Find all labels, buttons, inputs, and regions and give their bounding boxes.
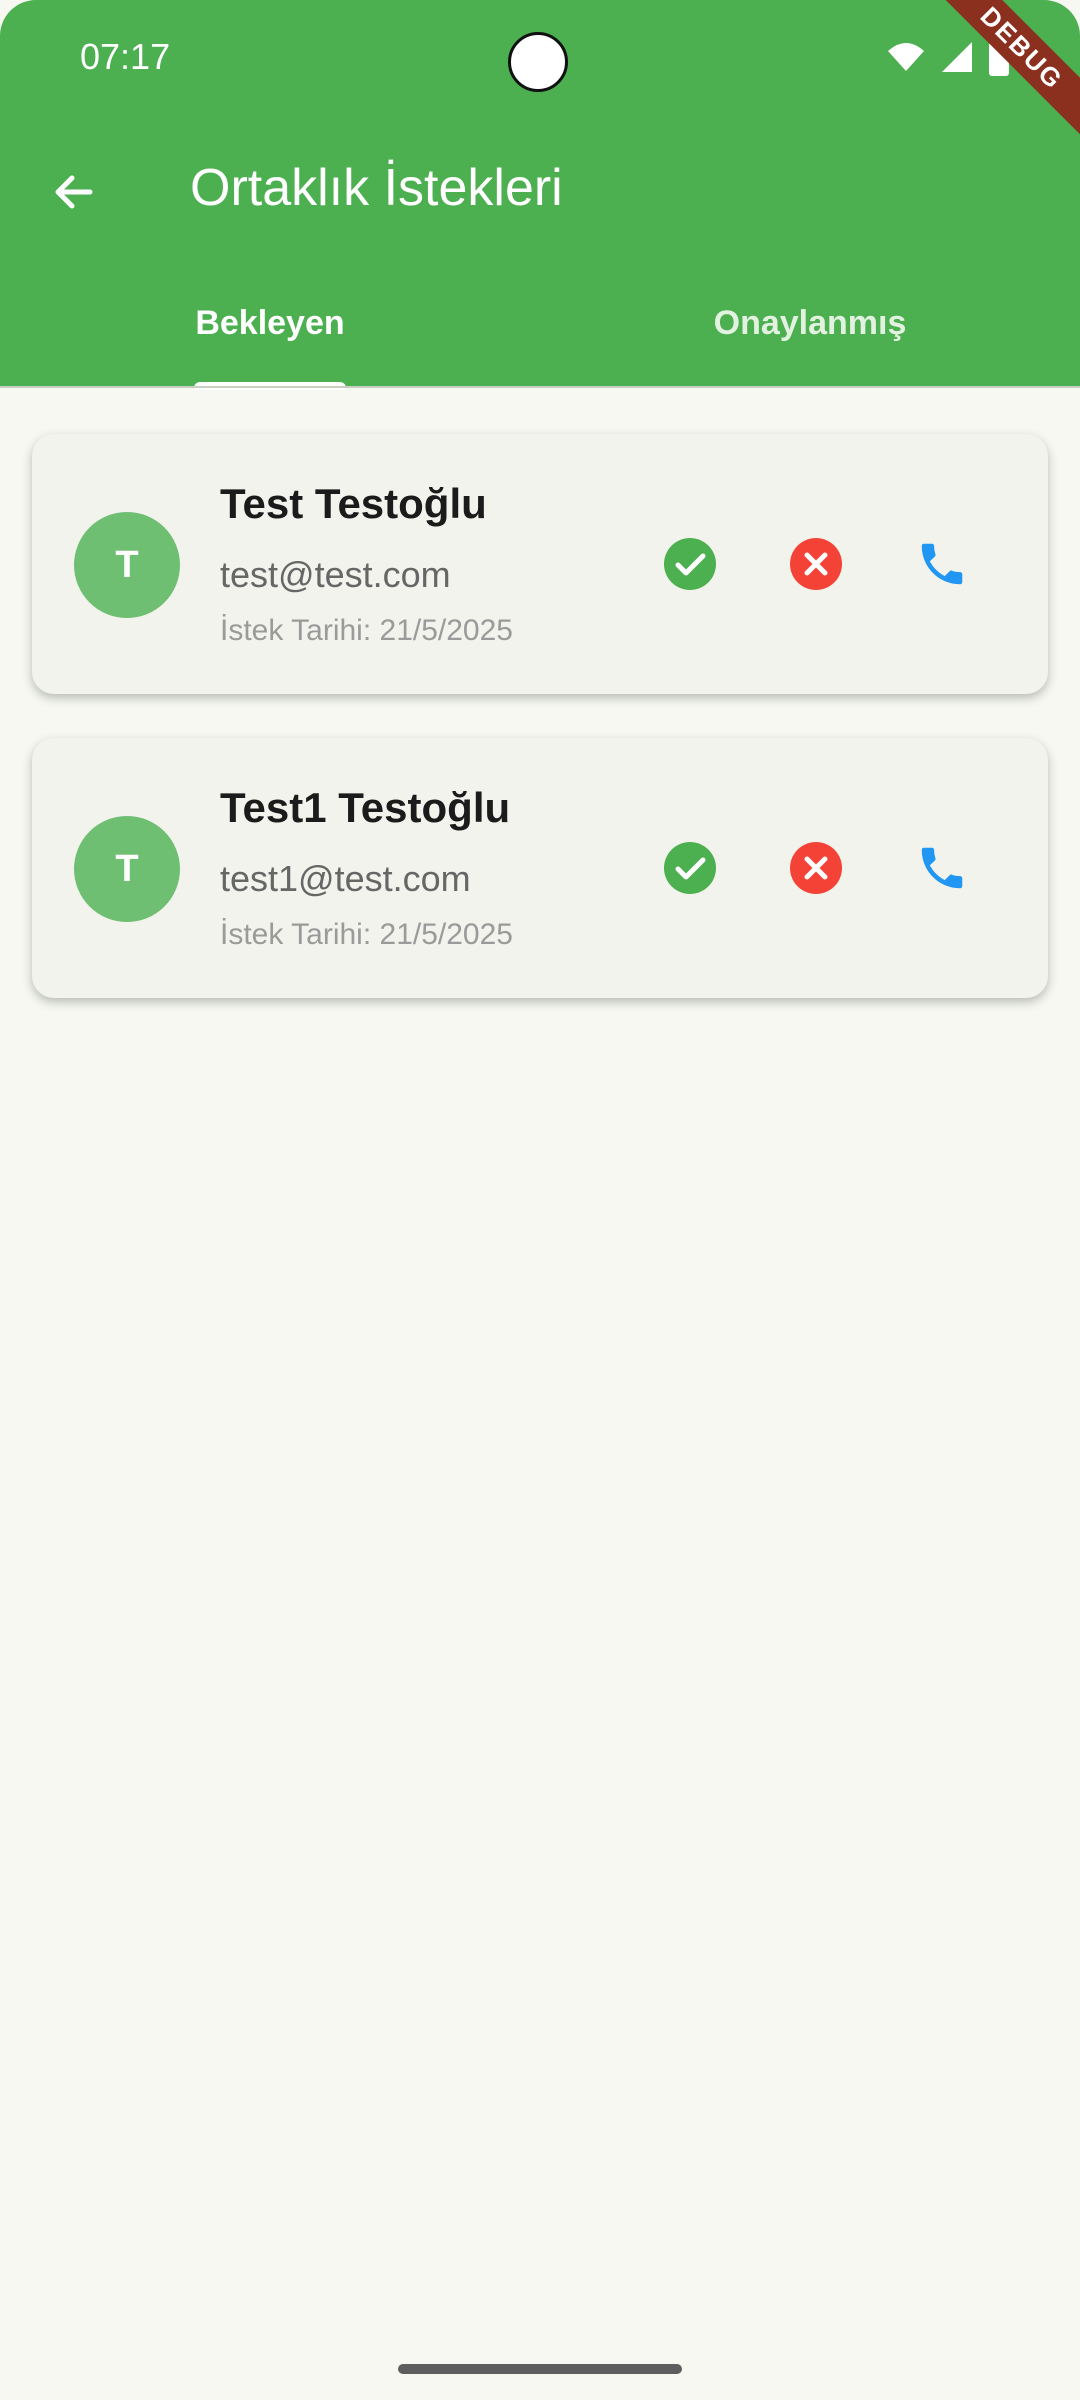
camera-cutout	[508, 32, 568, 92]
reject-button[interactable]	[784, 532, 848, 596]
page-title: Ortaklık İstekleri	[190, 159, 563, 217]
call-button[interactable]	[910, 836, 974, 900]
screen: 07:17 Ortaklık İstekleri Bekleyen Onayla…	[0, 0, 1080, 2400]
cancel-circle-icon	[790, 538, 842, 590]
reject-button[interactable]	[784, 836, 848, 900]
status-bar: 07:17	[0, 0, 1080, 120]
app-bar: 07:17 Ortaklık İstekleri Bekleyen Onayla…	[0, 0, 1080, 390]
home-indicator[interactable]	[398, 2364, 682, 2374]
request-card: T Test Testoğlu test@test.com İstek Tari…	[32, 434, 1048, 694]
phone-icon	[921, 847, 963, 889]
signal-icon	[942, 42, 972, 72]
tab-bar: Bekleyen Onaylanmış	[0, 280, 1080, 390]
request-date: İstek Tarihi: 21/5/2025	[220, 614, 513, 647]
wifi-icon	[888, 43, 924, 71]
call-button[interactable]	[910, 532, 974, 596]
avatar: T	[74, 512, 180, 618]
check-circle-icon	[664, 842, 716, 894]
requester-name: Test Testoğlu	[220, 480, 487, 527]
cancel-circle-icon	[790, 842, 842, 894]
requester-email: test1@test.com	[220, 858, 471, 899]
request-date: İstek Tarihi: 21/5/2025	[220, 918, 513, 951]
check-circle-icon	[664, 538, 716, 590]
approve-button[interactable]	[658, 532, 722, 596]
avatar: T	[74, 816, 180, 922]
tab-approved[interactable]: Onaylanmış	[540, 304, 1080, 343]
approve-button[interactable]	[658, 836, 722, 900]
arrow-back-icon	[55, 175, 93, 209]
back-button[interactable]	[42, 160, 106, 224]
toolbar: Ortaklık İstekleri	[0, 130, 1080, 250]
requester-email: test@test.com	[220, 554, 451, 595]
phone-icon	[921, 543, 963, 585]
divider	[0, 386, 1080, 388]
request-card: T Test1 Testoğlu test1@test.com İstek Ta…	[32, 738, 1048, 998]
requester-name: Test1 Testoğlu	[220, 784, 511, 831]
status-time: 07:17	[80, 36, 171, 77]
tab-pending[interactable]: Bekleyen	[0, 304, 540, 343]
